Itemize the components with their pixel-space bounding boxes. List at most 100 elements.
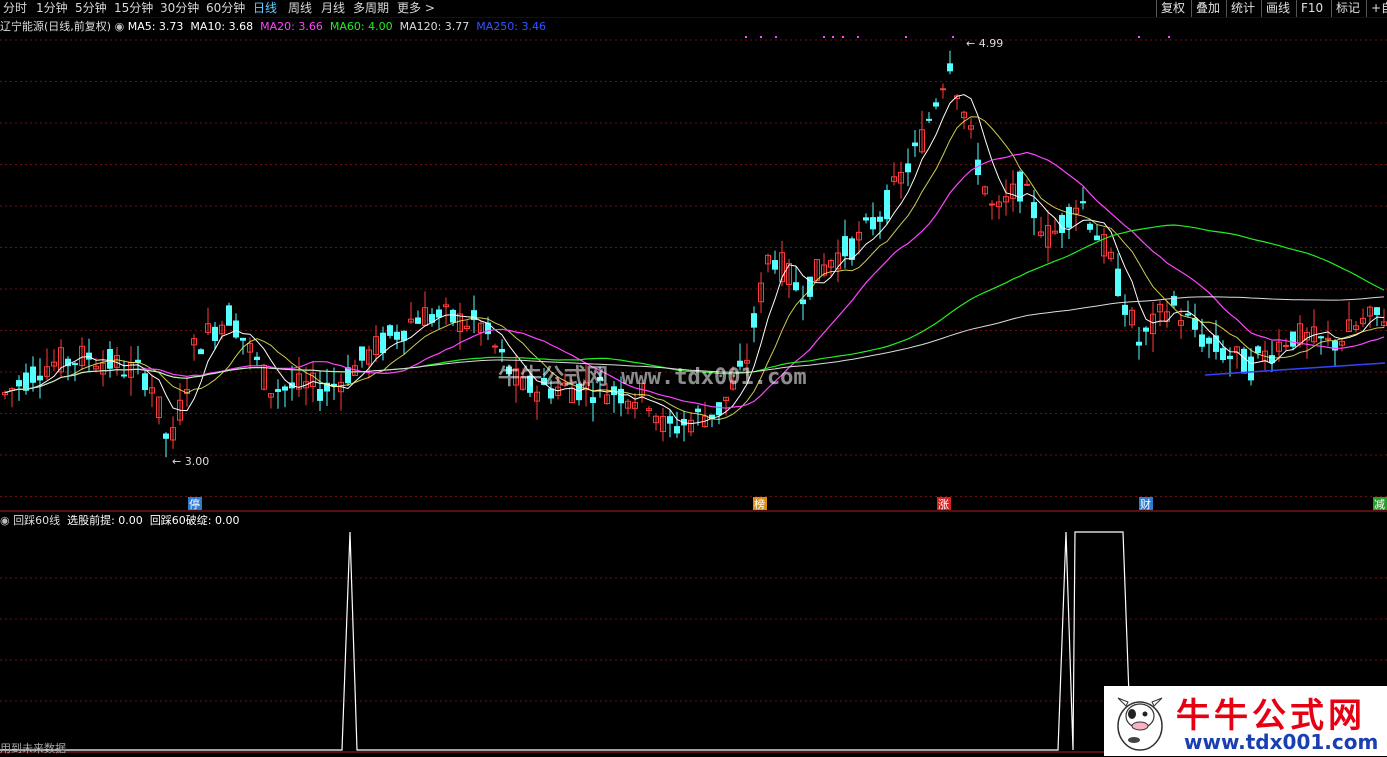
- future-data-note: 用到未来数据: [0, 742, 66, 755]
- candle-body: [1185, 313, 1191, 316]
- indicator-legend: ◉ 回踩60线 选股前提: 0.00 回踩60破绽: 0.00: [0, 513, 240, 529]
- candle-body: [359, 346, 365, 361]
- candle-body: [877, 216, 883, 222]
- signal-dot: [823, 36, 825, 38]
- candle-body: [1059, 214, 1065, 233]
- candle-body: [1227, 355, 1233, 360]
- candle-body: [1024, 183, 1030, 186]
- candle-body: [947, 63, 953, 72]
- signal-dot: [1168, 36, 1170, 38]
- candle-body: [1206, 337, 1212, 344]
- ma60-value: MA60: 4.00: [329, 20, 393, 33]
- candle-body: [1136, 341, 1142, 346]
- candle-body: [1199, 334, 1205, 347]
- candle-body: [590, 397, 596, 404]
- candle-body: [212, 326, 218, 341]
- candle-body: [1143, 327, 1149, 332]
- stock-name-label: 辽宁能源(日线,前复权): [0, 20, 112, 33]
- candle-body: [387, 325, 393, 336]
- candle-body: [121, 374, 127, 377]
- candle-body: [1290, 331, 1296, 347]
- signal-dot: [1138, 36, 1140, 38]
- ma120-value: MA120: 3.77: [399, 20, 470, 33]
- signal-dot: [857, 36, 859, 38]
- candle-body: [674, 426, 680, 434]
- candle-body: [933, 102, 939, 107]
- candle-body: [695, 408, 701, 413]
- candle-body: [380, 332, 386, 354]
- candle-body: [233, 320, 239, 338]
- signal-dot: [760, 36, 762, 38]
- candle-body: [163, 433, 169, 439]
- candle-body: [282, 386, 288, 391]
- candle-body: [667, 416, 673, 424]
- candle-body: [492, 345, 498, 348]
- candle-body: [499, 348, 505, 353]
- event-marker-label: 涨: [938, 498, 949, 511]
- ma250-line: [1204, 362, 1386, 376]
- candle-body: [926, 118, 932, 121]
- candle-body: [226, 305, 232, 326]
- candle-body: [1087, 223, 1093, 230]
- candle-body: [1192, 318, 1198, 330]
- main-chart-legend: 辽宁能源(日线,前复权) ◉ MA5: 3.73 MA10: 3.68 MA20…: [0, 19, 546, 35]
- indicator-value-2: 回踩60破绽: 0.00: [149, 514, 240, 527]
- site-logo: 牛牛公式网 www.tdx001.com: [1104, 686, 1387, 756]
- candle-body: [1269, 355, 1275, 364]
- watermark-text: 牛牛公式网 www.tdx001.com: [498, 364, 807, 390]
- high-price-label: ← 4.99: [966, 37, 1003, 50]
- candle-body: [912, 142, 918, 147]
- candle-body: [863, 217, 869, 221]
- candle-body: [1374, 307, 1380, 315]
- candle-body: [1255, 346, 1261, 354]
- ma250-value: MA250: 3.46: [476, 20, 547, 33]
- candle-body: [1220, 348, 1226, 361]
- candle-body: [1241, 348, 1247, 374]
- candle-body: [317, 389, 323, 401]
- signal-dot: [832, 36, 834, 38]
- candle-body: [716, 402, 722, 416]
- candle-body: [1283, 344, 1289, 347]
- candle-body: [772, 260, 778, 270]
- candle-body: [107, 349, 113, 369]
- candle-body: [198, 349, 204, 355]
- candle-body: [37, 375, 43, 381]
- event-marker-label: 榜: [754, 497, 765, 511]
- ma10-value: MA10: 3.68: [190, 20, 254, 33]
- kline-chart-area[interactable]: ← 4.99← 3.00停榜涨财减牛牛公式网 www.tdx001.com: [0, 0, 1387, 757]
- event-marker-label: 停: [189, 497, 200, 511]
- ma20-value: MA20: 3.66: [260, 20, 323, 33]
- logo-url: www.tdx001.com: [1184, 730, 1379, 754]
- candle-body: [16, 380, 22, 387]
- candle-body: [72, 363, 78, 366]
- candle-body: [401, 330, 407, 341]
- candle-body: [240, 337, 246, 341]
- event-marker-label: 减: [1374, 498, 1385, 511]
- candle-body: [30, 366, 36, 383]
- indicator-dropdown-icon[interactable]: ◉: [0, 514, 10, 527]
- candle-body: [1318, 336, 1324, 339]
- low-price-label: ← 3.00: [172, 455, 209, 468]
- candle-body: [394, 331, 400, 340]
- candle-body: [1031, 202, 1037, 219]
- candle-body: [1066, 206, 1072, 228]
- candle-body: [905, 163, 911, 173]
- candle-body: [1080, 201, 1086, 204]
- candle-body: [142, 373, 148, 391]
- candle-body: [415, 317, 421, 324]
- candle-body: [1115, 268, 1121, 297]
- candle-body: [254, 356, 260, 361]
- candle-body: [1094, 235, 1100, 241]
- legend-dropdown-icon[interactable]: ◉: [115, 20, 125, 33]
- signal-dot: [745, 36, 747, 38]
- candle-body: [800, 299, 806, 305]
- signal-dot: [775, 36, 777, 38]
- signal-dot: [842, 36, 844, 38]
- candle-body: [548, 388, 554, 399]
- candle-body: [1122, 304, 1128, 315]
- candle-body: [1213, 335, 1219, 352]
- candle-body: [436, 309, 442, 318]
- event-marker-label: 财: [1140, 497, 1151, 511]
- candle-body: [275, 389, 281, 392]
- candle-body: [989, 203, 995, 206]
